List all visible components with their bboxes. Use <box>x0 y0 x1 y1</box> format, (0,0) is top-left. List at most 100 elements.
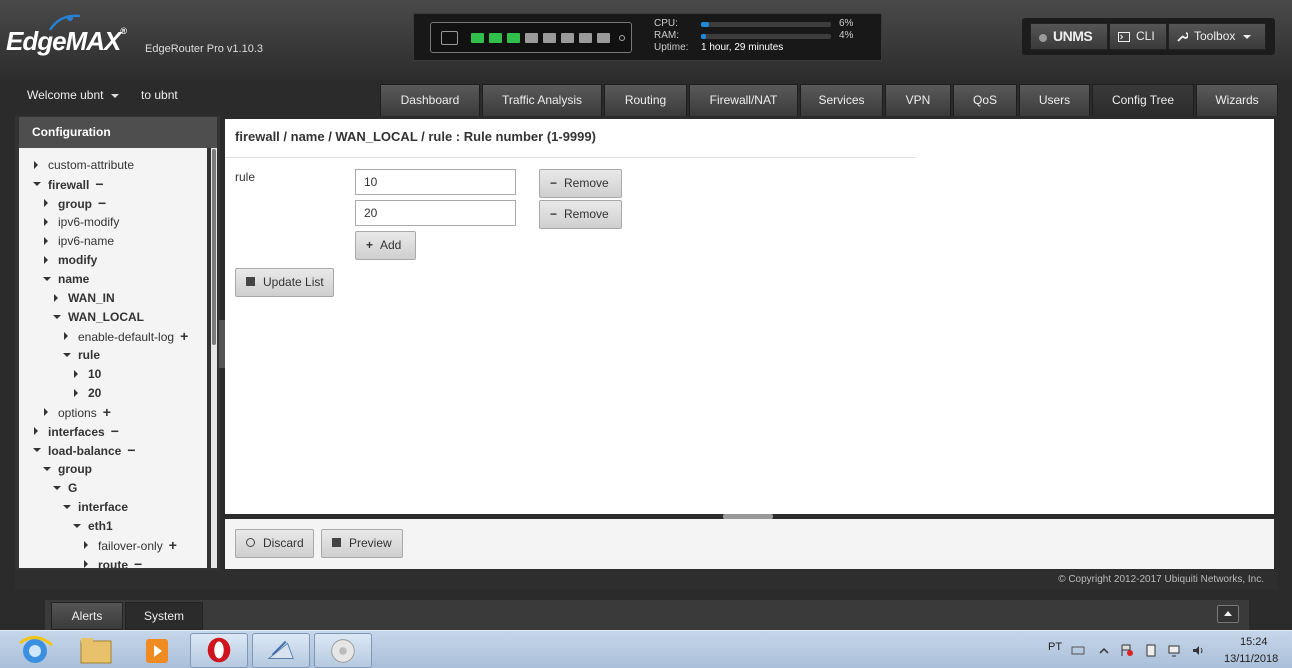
discard-button[interactable]: Discard <box>235 529 314 558</box>
add-node-icon[interactable]: + <box>180 328 188 344</box>
tree-node[interactable]: group <box>43 461 92 477</box>
device-icon[interactable] <box>1144 644 1158 657</box>
tab-dashboard[interactable]: Dashboard <box>380 84 480 116</box>
tree-node[interactable]: custom-attribute <box>34 157 134 173</box>
caret-right-icon[interactable] <box>84 541 88 549</box>
tab-vpn[interactable]: VPN <box>885 84 951 116</box>
unms-button[interactable]: UNMS <box>1030 23 1108 50</box>
sidebar-scrollbar[interactable] <box>211 148 217 568</box>
tab-alerts[interactable]: Alerts <box>51 602 123 630</box>
rule-value-input[interactable] <box>355 200 516 226</box>
caret-down-icon[interactable] <box>33 448 41 452</box>
windows-taskbar: PT 15:24 13/11/2018 <box>0 630 1292 668</box>
tree-node[interactable]: 20 <box>74 385 101 401</box>
opera-icon[interactable] <box>190 633 248 668</box>
scrollbar-thumb[interactable] <box>212 149 216 345</box>
user-menu[interactable]: Welcome ubnt <box>27 88 120 102</box>
tree-node[interactable]: WAN_IN <box>54 290 115 306</box>
tab-traffic-analysis[interactable]: Traffic Analysis <box>482 84 602 116</box>
clock-time[interactable]: 15:24 <box>1240 636 1268 648</box>
caret-right-icon[interactable] <box>54 294 58 302</box>
tree-node[interactable]: route − <box>84 556 142 568</box>
add-node-icon[interactable]: + <box>169 537 177 553</box>
tab-users[interactable]: Users <box>1019 84 1090 116</box>
remove-button[interactable]: − Remove <box>539 200 622 229</box>
tab-services[interactable]: Services <box>800 84 883 116</box>
tab-routing[interactable]: Routing <box>604 84 687 116</box>
update-list-button[interactable]: Update List <box>235 268 334 297</box>
tree-node[interactable]: failover-only + <box>84 537 177 553</box>
file-explorer-icon[interactable] <box>67 633 125 668</box>
tree-node[interactable]: WAN_LOCAL <box>53 309 144 325</box>
expand-panel-button[interactable] <box>1217 605 1239 623</box>
caret-right-icon[interactable] <box>44 256 48 264</box>
caret-down-icon[interactable] <box>63 353 71 357</box>
cli-button[interactable]: CLI <box>1109 23 1167 50</box>
ie-icon[interactable] <box>6 633 64 668</box>
tree-node[interactable]: group − <box>44 195 106 211</box>
caret-right-icon[interactable] <box>34 161 38 169</box>
tree-node[interactable]: modify <box>44 252 97 268</box>
caret-right-icon[interactable] <box>74 370 78 378</box>
caret-down-icon[interactable] <box>63 505 71 509</box>
tree-node[interactable]: enable-default-log + <box>64 328 188 344</box>
tab-wizards[interactable]: Wizards <box>1196 84 1278 116</box>
remove-node-icon[interactable]: − <box>127 442 135 458</box>
caret-down-icon[interactable] <box>73 524 81 528</box>
tree-node[interactable]: load-balance − <box>33 442 136 458</box>
tab-firewall-nat[interactable]: Firewall/NAT <box>689 84 798 116</box>
snipping-tool-icon[interactable] <box>252 633 310 668</box>
rule-value-input[interactable] <box>355 169 516 195</box>
app-disc-icon[interactable] <box>314 633 372 668</box>
tree-node[interactable]: interface <box>63 499 128 515</box>
tab-system[interactable]: System <box>125 602 203 630</box>
caret-down-icon[interactable] <box>53 486 61 490</box>
volume-icon[interactable] <box>1192 644 1206 657</box>
tree-node-label: WAN_LOCAL <box>68 310 144 324</box>
tree-node[interactable]: 10 <box>74 366 101 382</box>
tab-config-tree[interactable]: Config Tree <box>1092 84 1194 116</box>
tab-qos[interactable]: QoS <box>953 84 1017 116</box>
tree-node[interactable]: ipv6-name <box>44 233 114 249</box>
caret-right-icon[interactable] <box>44 237 48 245</box>
tree-node[interactable]: rule <box>63 347 100 363</box>
caret-down-icon[interactable] <box>53 315 61 319</box>
caret-down-icon[interactable] <box>33 182 41 186</box>
language-indicator[interactable]: PT <box>1048 641 1062 653</box>
remove-node-icon[interactable]: − <box>134 556 142 568</box>
tree-node[interactable]: ipv6-modify <box>44 214 119 230</box>
keyboard-icon[interactable] <box>1071 644 1085 657</box>
remove-node-icon[interactable]: − <box>98 195 106 211</box>
action-center-flag-icon[interactable] <box>1120 644 1134 657</box>
toolbox-button[interactable]: Toolbox <box>1168 23 1266 50</box>
tree-node[interactable]: G <box>53 480 77 496</box>
caret-right-icon[interactable] <box>64 332 68 340</box>
caret-down-icon[interactable] <box>43 277 51 281</box>
tree-node[interactable]: eth1 <box>73 518 113 534</box>
tree-node-label: group <box>58 462 92 476</box>
clock-date[interactable]: 13/11/2018 <box>1224 653 1278 665</box>
add-button[interactable]: + Add <box>355 231 416 260</box>
port-indicator <box>471 33 484 43</box>
ban-icon <box>246 538 255 548</box>
add-node-icon[interactable]: + <box>103 404 111 420</box>
caret-right-icon[interactable] <box>84 560 88 568</box>
show-hidden-icons-icon[interactable] <box>1097 644 1111 657</box>
tree-node[interactable]: name <box>43 271 89 287</box>
caret-right-icon[interactable] <box>74 389 78 397</box>
caret-right-icon[interactable] <box>44 199 48 207</box>
caret-down-icon[interactable] <box>43 467 51 471</box>
remove-button[interactable]: − Remove <box>539 169 622 198</box>
management-port-icon <box>441 31 458 45</box>
tree-node[interactable]: firewall − <box>33 176 104 192</box>
caret-right-icon[interactable] <box>34 427 38 435</box>
caret-right-icon[interactable] <box>44 218 48 226</box>
network-icon[interactable] <box>1168 644 1182 657</box>
remove-node-icon[interactable]: − <box>95 176 103 192</box>
tree-node[interactable]: options + <box>44 404 111 420</box>
tree-node[interactable]: interfaces − <box>34 423 119 439</box>
media-player-icon[interactable] <box>128 633 186 668</box>
remove-node-icon[interactable]: − <box>111 423 119 439</box>
preview-button[interactable]: Preview <box>321 529 403 558</box>
caret-right-icon[interactable] <box>44 408 48 416</box>
